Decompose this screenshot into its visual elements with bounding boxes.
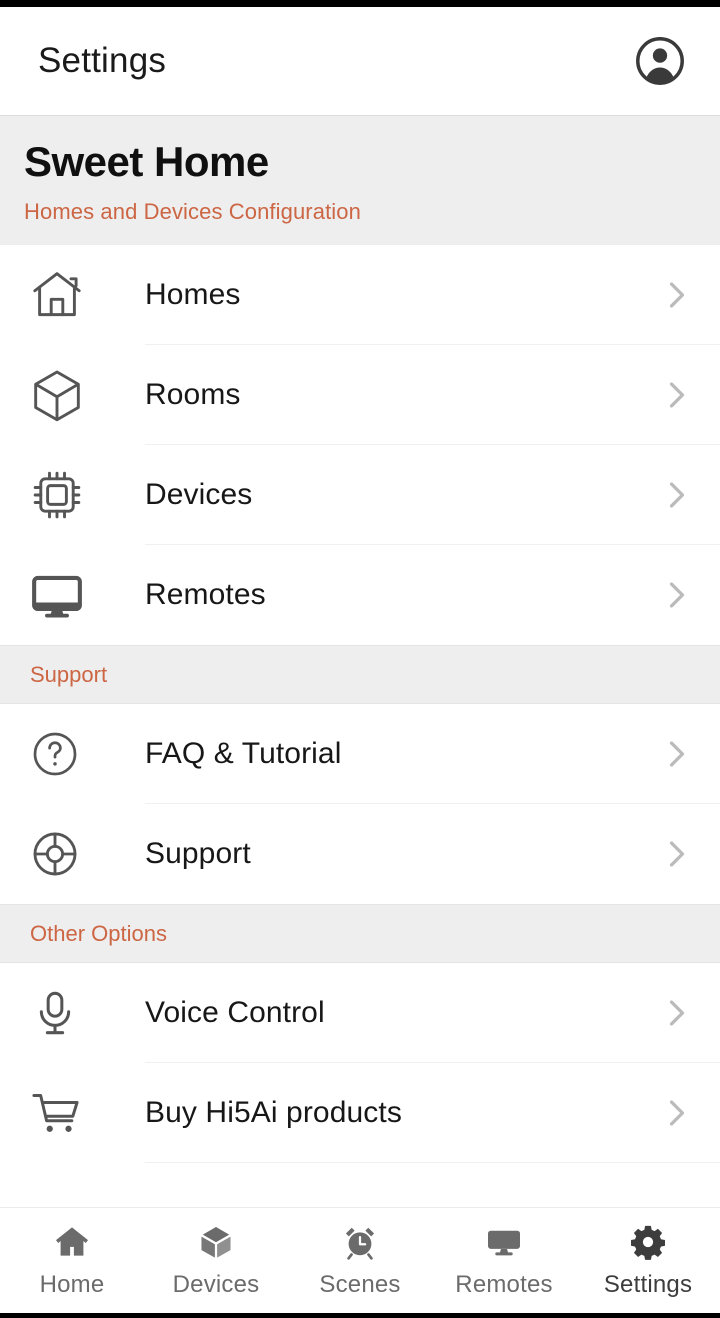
- lifebuoy-icon: [0, 827, 145, 881]
- list-item-label: Rooms: [145, 378, 241, 412]
- status-bar: [0, 0, 720, 7]
- nav-tab-label: Home: [39, 1271, 105, 1298]
- list-item-label: Voice Control: [145, 996, 325, 1030]
- settings-list: Homes Rooms Devices Remotes Support FAQ …: [0, 245, 720, 1207]
- list-item-homes-content: Homes: [145, 245, 720, 346]
- list-item-label: Devices: [145, 478, 253, 512]
- list-item-homes[interactable]: Homes: [0, 245, 720, 346]
- list-item-support-content: Support: [145, 804, 720, 904]
- monitor-icon: [0, 566, 145, 624]
- list-item-faq-tutorial[interactable]: FAQ & Tutorial: [0, 704, 720, 805]
- chevron-right-icon: [669, 382, 685, 408]
- microphone-icon: [0, 986, 145, 1040]
- gear-icon: [629, 1222, 667, 1262]
- list-item-remotes-content: Remotes: [145, 545, 720, 645]
- cube-outline-icon: [0, 366, 145, 424]
- list-item-label: FAQ & Tutorial: [145, 737, 342, 771]
- list-item-rooms[interactable]: Rooms: [0, 345, 720, 446]
- chevron-right-icon: [669, 1100, 685, 1126]
- nav-tab-devices[interactable]: Devices: [144, 1222, 288, 1299]
- nav-tab-remotes[interactable]: Remotes: [432, 1222, 576, 1299]
- shopping-cart-icon: [0, 1085, 145, 1141]
- app-bar: Settings: [0, 7, 720, 115]
- page-title: Settings: [38, 41, 167, 80]
- list-item-remotes[interactable]: Remotes: [0, 545, 720, 646]
- page-header: Sweet Home Homes and Devices Configurati…: [0, 115, 720, 246]
- question-circle-icon: [0, 727, 145, 781]
- section-header-other-options: Other Options: [0, 904, 720, 964]
- list-item-rooms-content: Rooms: [145, 345, 720, 446]
- list-item-buy-products[interactable]: Buy Hi5Ai products: [0, 1063, 720, 1164]
- page-subtitle: Homes and Devices Configuration: [24, 199, 361, 225]
- alarm-clock-icon: [341, 1222, 379, 1262]
- system-navigation-bar: [0, 1313, 720, 1318]
- monitor-filled-icon: [484, 1222, 524, 1262]
- nav-tab-settings[interactable]: Settings: [576, 1222, 720, 1299]
- home-name-title: Sweet Home: [24, 138, 269, 185]
- list-item-label: Support: [145, 837, 251, 871]
- house-outline-icon: [0, 266, 145, 324]
- list-item-voice-control-content: Voice Control: [145, 963, 720, 1064]
- chevron-right-icon: [669, 282, 685, 308]
- chevron-right-icon: [669, 482, 685, 508]
- list-item-support[interactable]: Support: [0, 804, 720, 905]
- list-item-voice-control[interactable]: Voice Control: [0, 963, 720, 1064]
- list-item-buy-products-content: Buy Hi5Ai products: [145, 1063, 720, 1164]
- nav-tab-scenes[interactable]: Scenes: [288, 1222, 432, 1299]
- chevron-right-icon: [669, 1000, 685, 1026]
- nav-tab-label: Remotes: [455, 1271, 553, 1298]
- list-item-faq-content: FAQ & Tutorial: [145, 704, 720, 805]
- list-item-label: Buy Hi5Ai products: [145, 1096, 402, 1130]
- settings-screen: Settings Sweet Home Homes and Devices Co…: [0, 0, 720, 1318]
- bottom-navigation-bar: Home Devices Scenes Remotes Settings: [0, 1207, 720, 1318]
- list-item-devices[interactable]: Devices: [0, 445, 720, 546]
- nav-tab-label: Devices: [172, 1271, 260, 1298]
- account-circle-icon[interactable]: [634, 35, 686, 87]
- section-header-support: Support: [0, 645, 720, 705]
- nav-tab-label: Settings: [603, 1271, 693, 1298]
- list-item-label: Homes: [145, 278, 241, 312]
- chevron-right-icon: [669, 841, 685, 867]
- list-item-devices-content: Devices: [145, 445, 720, 546]
- nav-tab-label: Scenes: [319, 1271, 401, 1298]
- chevron-right-icon: [669, 582, 685, 608]
- home-filled-icon: [52, 1222, 92, 1262]
- nav-tab-home[interactable]: Home: [0, 1222, 144, 1299]
- list-item-label: Remotes: [145, 578, 266, 612]
- cpu-chip-icon: [0, 466, 145, 524]
- cube-filled-icon: [197, 1222, 235, 1262]
- chevron-right-icon: [669, 741, 685, 767]
